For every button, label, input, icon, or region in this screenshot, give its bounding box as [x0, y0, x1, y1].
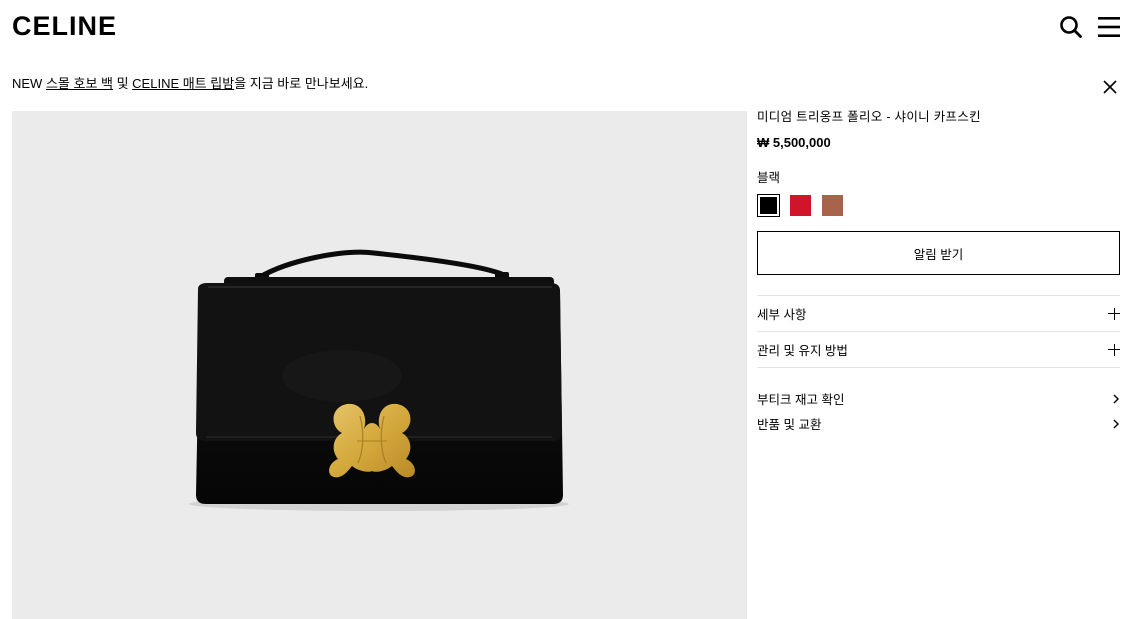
color-label: 블랙 [757, 171, 781, 185]
search-icon[interactable] [1059, 15, 1083, 39]
close-icon[interactable] [1102, 79, 1118, 95]
chevron-right-icon [1113, 394, 1119, 403]
announcement-banner: NEW 스몰 호보 백 및 CELINE 매트 립밤을 지금 바로 만나보세요. [12, 76, 368, 92]
notify-me-button[interactable]: 알림 받기 [757, 231, 1120, 275]
link-boutique-stock[interactable]: 부티크 재고 확인 [757, 386, 1120, 411]
product-info: 미디엄 트리옹프 폴리오 - 샤이니 카프스킨 ₩ 5,500,000 블랙 알… [757, 108, 1120, 436]
product-name: 미디엄 트리옹프 폴리오 - 샤이니 카프스킨 [757, 110, 981, 124]
swatch-brown-fill [822, 195, 843, 216]
banner-suffix: 을 지금 바로 만나보세요. [234, 76, 369, 91]
product-image[interactable] [12, 111, 747, 619]
banner-link-small-hobo-bag[interactable]: 스몰 호보 백 [46, 76, 113, 91]
product-page: CELINE NEW 스몰 호보 백 및 CELINE 매트 립밤을 지금 바로… [0, 0, 1126, 619]
link-returns[interactable]: 반품 및 교환 [757, 411, 1120, 436]
banner-middle: 및 [112, 76, 133, 91]
swatch-black-fill [760, 197, 777, 214]
swatch-black[interactable] [757, 194, 780, 217]
swatch-brown[interactable] [821, 194, 844, 217]
banner-prefix: NEW [12, 76, 46, 91]
banner-link-matte-lip-balm[interactable]: CELINE 매트 립밤 [132, 76, 234, 91]
accordion-care[interactable]: 관리 및 유지 방법 [757, 332, 1120, 368]
accordion-details[interactable]: 세부 사항 [757, 296, 1120, 332]
accordion: 세부 사항 관리 및 유지 방법 [757, 295, 1120, 368]
product-price: ₩ 5,500,000 [757, 135, 831, 150]
service-links: 부티크 재고 확인 반품 및 교환 [757, 386, 1120, 436]
swatch-red-fill [790, 195, 811, 216]
link-boutique-stock-label: 부티크 재고 확인 [757, 393, 845, 407]
accordion-care-label: 관리 및 유지 방법 [757, 344, 848, 358]
hamburger-menu-icon[interactable] [1098, 15, 1120, 39]
plus-icon [1108, 343, 1120, 356]
plus-icon [1108, 307, 1120, 320]
celine-logo[interactable]: CELINE [12, 11, 117, 41]
link-returns-label: 반품 및 교환 [757, 418, 822, 432]
chevron-right-icon [1113, 419, 1119, 428]
color-swatches [757, 194, 1120, 218]
swatch-red[interactable] [789, 194, 812, 217]
accordion-details-label: 세부 사항 [757, 308, 807, 322]
